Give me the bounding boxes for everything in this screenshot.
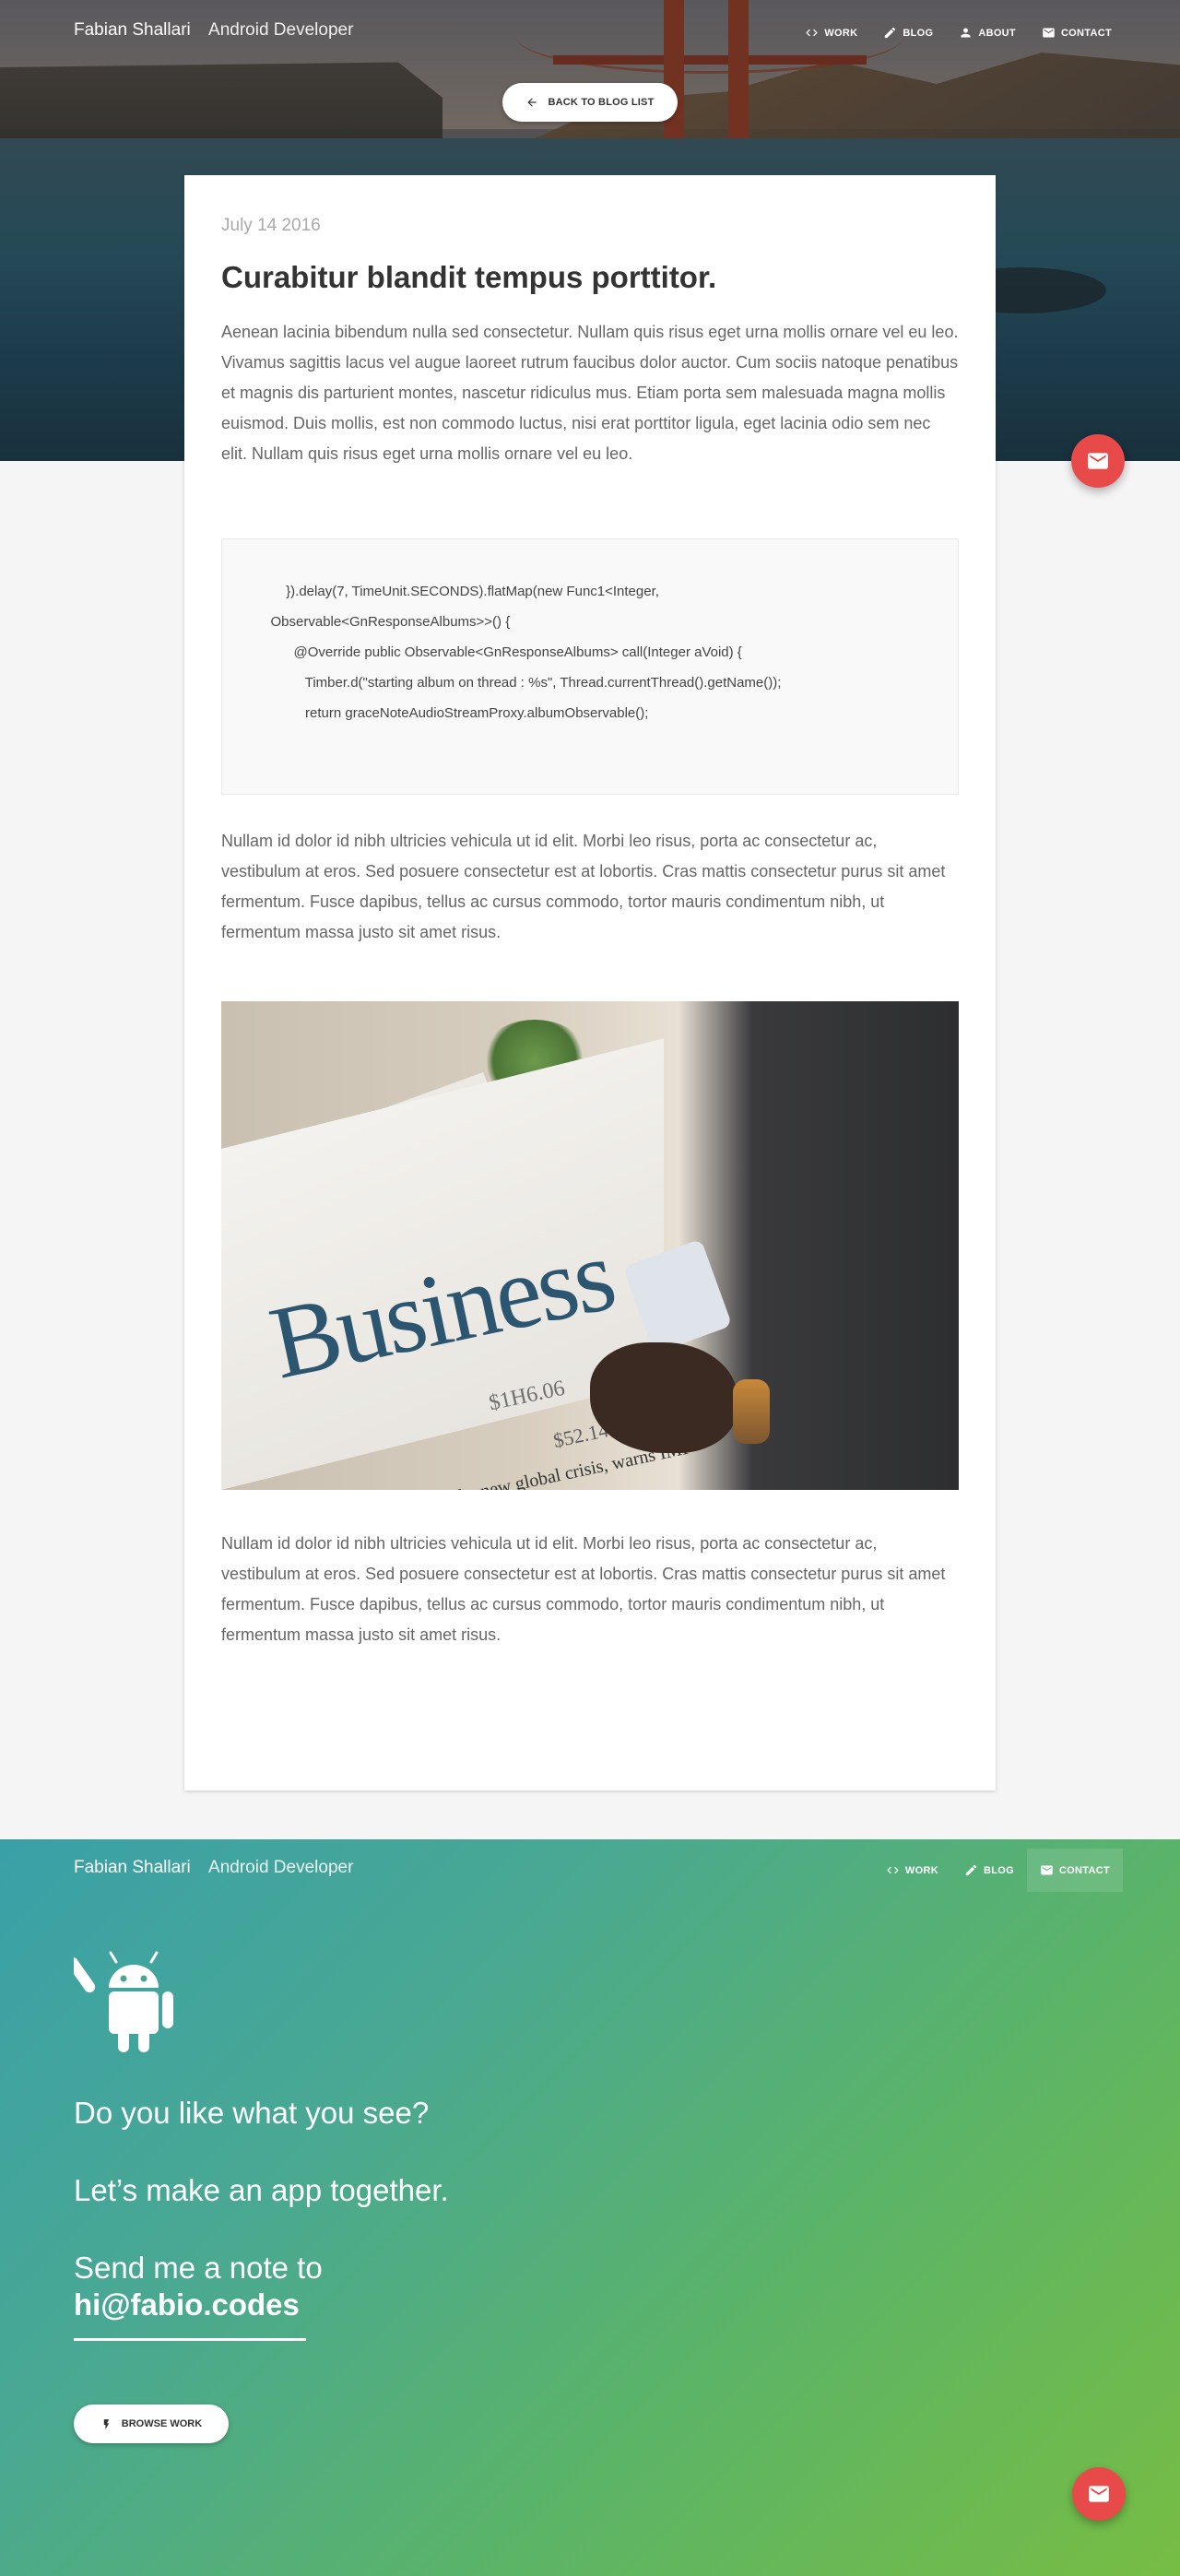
article-card: July 14 2016 Curabitur blandit tempus po… [184,175,996,1790]
top-navigation: Fabian Shallari Android Developer WORK B… [0,0,1180,65]
site-brand[interactable]: Fabian Shallari Android Developer [74,20,353,41]
nav-contact-label: CONTACT [1060,27,1112,39]
back-to-blog-list-button[interactable]: BACK TO BLOG LIST [502,83,678,122]
code-line: }).delay(7, TimeUnit.SECONDS).flatMap(ne… [259,584,659,599]
article-paragraph-2: Nullam id dolor id nibh ultricies vehicu… [221,832,946,941]
person-icon [961,28,971,38]
email-underline [74,2338,306,2341]
nav-work-label: WORK [824,27,858,39]
footer-nav-blog-label: BLOG [983,1864,1014,1876]
lightning-icon [103,2418,110,2429]
footer-invitation: Let’s make an app together. [74,2173,449,2207]
brand-role: Android Developer [208,20,354,40]
contact-fab[interactable] [1071,434,1125,488]
image-hand [590,1342,738,1453]
android-robot-icon [66,1944,194,2054]
footer-nav-blog[interactable]: BLOG [951,1849,1027,1892]
code-icon [887,1866,899,1874]
nav-blog[interactable]: BLOG [870,18,946,47]
nav-about-label: ABOUT [978,27,1016,39]
footer-brand[interactable]: Fabian Shallari Android Developer [74,1858,353,1878]
article-title: Curabitur blandit tempus porttitor. [221,260,717,294]
code-icon [806,29,819,37]
browse-work-label: BROWSE WORK [121,2418,203,2429]
image-watch [733,1379,770,1444]
footer-note-prompt: Send me a note to [74,2251,323,2285]
code-line: Observable<GnResponseAlbums>>() { [259,614,511,630]
footer-email-link[interactable]: hi@fabio.codes [74,2287,300,2322]
footer-brand-name: Fabian Shallari [74,1858,191,1877]
footer-nav-work[interactable]: WORK [873,1849,951,1892]
back-button-label: BACK TO BLOG LIST [548,97,655,108]
code-block: }).delay(7, TimeUnit.SECONDS).flatMap(ne… [221,538,959,795]
footer-nav-contact[interactable]: CONTACT [1026,1849,1123,1892]
pencil-icon [965,1864,977,1876]
article-date: July 14 2016 [221,216,321,235]
footer-nav-contact-label: CONTACT [1058,1864,1110,1876]
nav-contact[interactable]: CONTACT [1029,18,1125,47]
nav-about[interactable]: ABOUT [946,18,1029,47]
article-intro: Aenean lacinia bibendum nulla sed consec… [221,323,959,463]
mail-icon [1089,2486,1109,2502]
footer-nav-work-label: WORK [904,1864,938,1876]
mail-icon [1041,1865,1053,1875]
pencil-icon [885,27,896,39]
footer-question: Do you like what you see? [74,2096,430,2130]
code-line: return graceNoteAudioStreamProxy.albumOb… [259,705,649,721]
code-line: Timber.d("starting album on thread : %s"… [259,675,782,691]
footer: Fabian Shallari Android Developer WORK B… [0,1839,1180,2576]
contact-fab-footer[interactable] [1072,2467,1126,2521]
code-line: @Override public Observable<GnResponseAl… [259,644,742,660]
nav-blog-label: BLOG [903,27,934,39]
nav-work[interactable]: WORK [792,18,870,47]
footer-nav: WORK BLOG CONTACT [873,1849,1123,1892]
mail-icon [1088,453,1108,469]
footer-brand-role: Android Developer [208,1858,354,1877]
brand-name: Fabian Shallari [74,20,191,40]
article-image-newspaper: Business $1H6.06 $52.14 the new global c… [221,1001,959,1490]
article-paragraph-3: Nullam id dolor id nibh ultricies vehicu… [221,1534,946,1644]
arrow-left-icon [527,98,537,107]
mail-icon [1043,28,1055,38]
nav-links: WORK BLOG ABOUT CONTACT [792,18,1125,47]
browse-work-button[interactable]: BROWSE WORK [74,2405,229,2443]
